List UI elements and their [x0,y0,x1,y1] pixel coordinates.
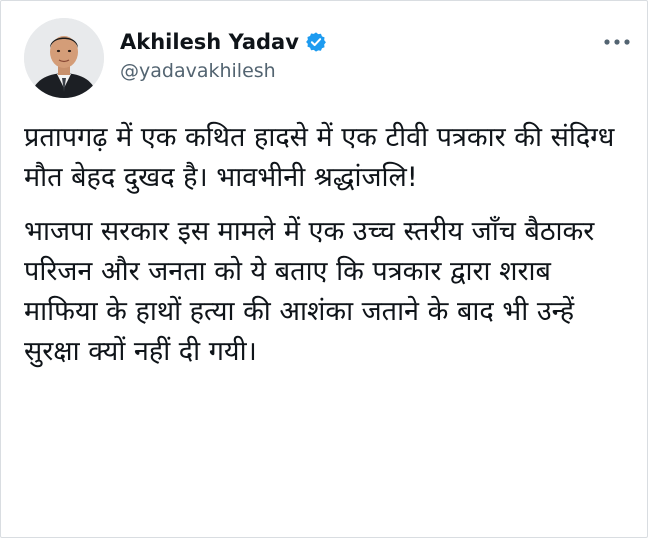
tweet-card: Akhilesh Yadav @yadavakhilesh प्रतापगढ़ … [0,0,650,540]
author-display-name[interactable]: Akhilesh Yadav [120,28,299,56]
more-options-button[interactable] [600,30,634,54]
tweet-text: प्रतापगढ़ में एक कथित हादसे में एक टीवी … [24,118,630,386]
tweet-paragraph: भाजपा सरकार इस मामले में एक उच्च स्तरीय … [24,216,595,367]
avatar[interactable] [24,18,104,98]
more-horizontal-icon [604,39,630,45]
author-name-row: Akhilesh Yadav [120,28,327,56]
tweet-paragraph: प्रतापगढ़ में एक कथित हादसे में एक टीवी … [24,122,615,193]
profile-photo [24,18,104,98]
author-handle[interactable]: @yadavakhilesh [120,58,276,84]
verified-badge-icon [305,31,327,53]
